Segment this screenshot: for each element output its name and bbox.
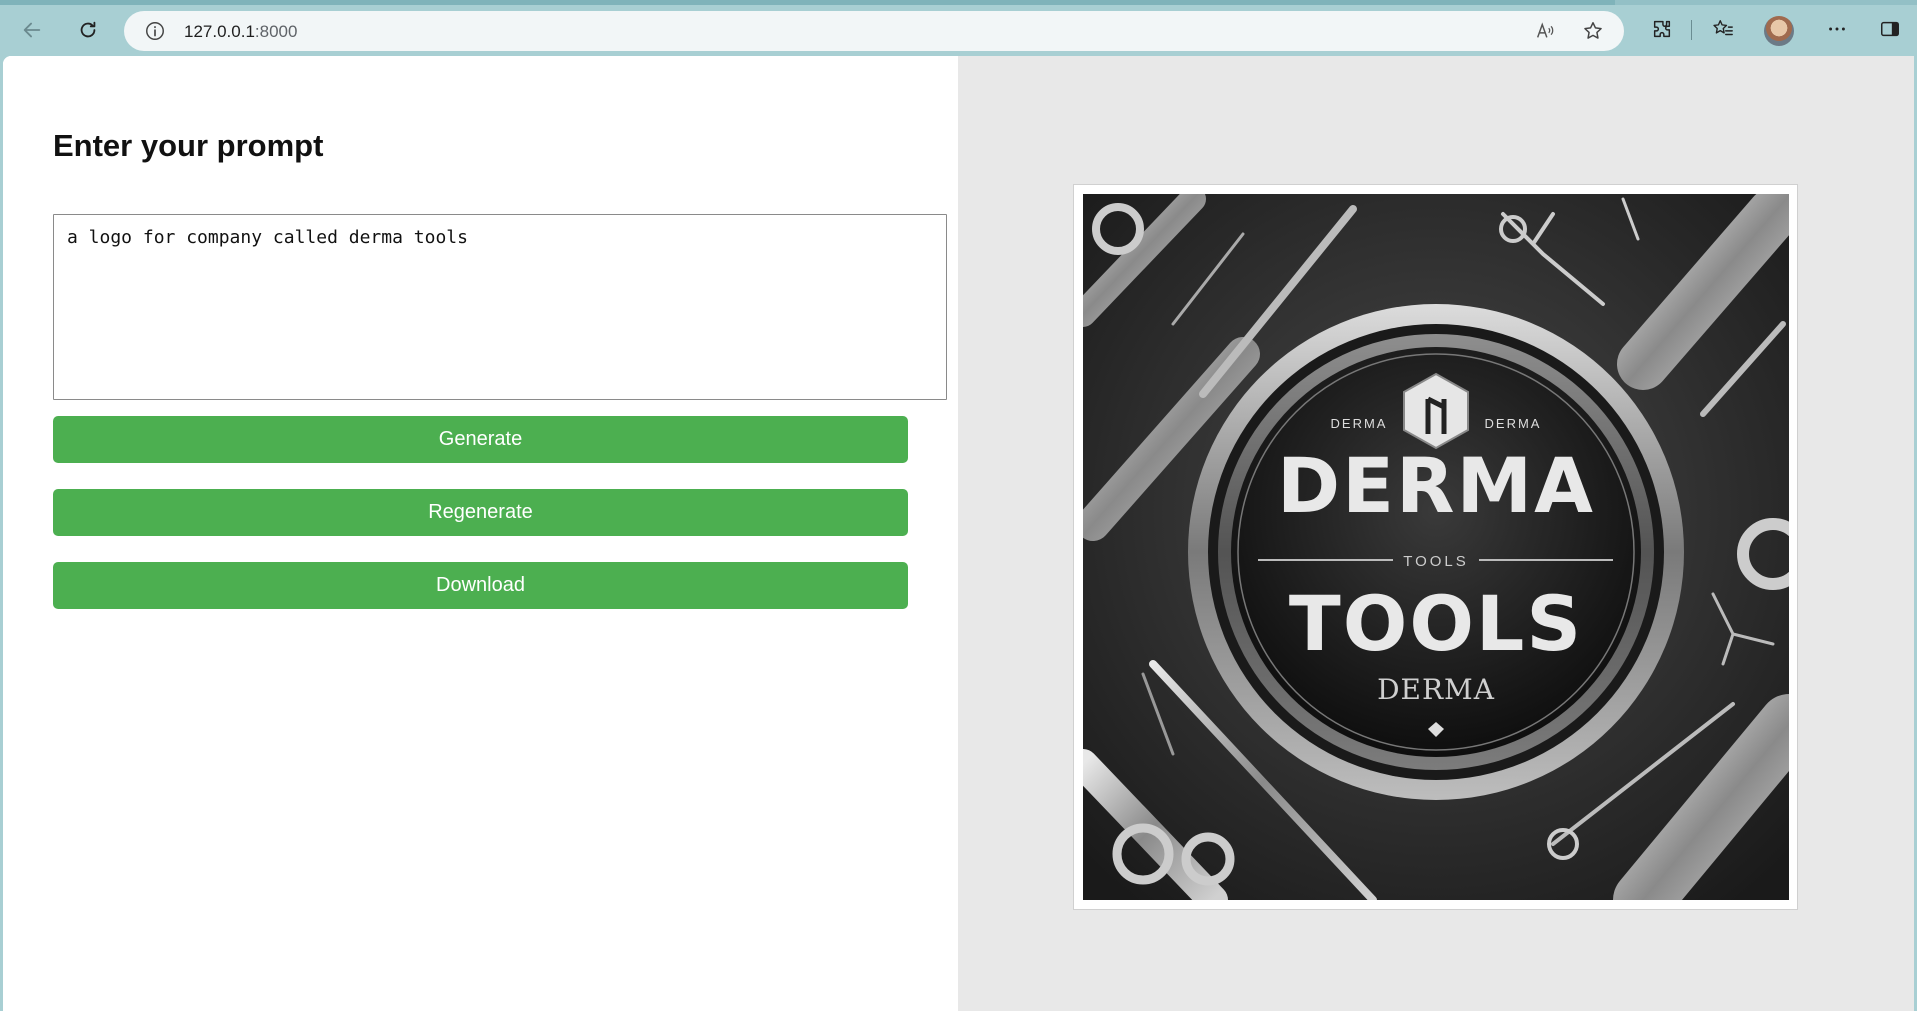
logo-text-tools: TOOLS [1289, 579, 1583, 668]
puzzle-icon [1653, 20, 1671, 38]
favorites-list-icon [1713, 20, 1733, 36]
download-button[interactable]: Download [53, 562, 908, 609]
regenerate-button[interactable]: Regenerate [53, 489, 908, 536]
favorite-star-icon[interactable] [1582, 20, 1604, 42]
emblem: DERMA DERMA DERMA TOOLS TOOLS DERMA [1188, 304, 1684, 800]
reload-icon [80, 21, 96, 38]
favorites-button[interactable] [1708, 14, 1738, 44]
sidebar-toggle-button[interactable] [1875, 14, 1905, 44]
page-content: Enter your prompt a logo for company cal… [3, 56, 1914, 1011]
url-port: :8000 [254, 22, 298, 41]
site-info-icon[interactable] [144, 20, 166, 42]
logo-text-small-right: DERMA [1485, 416, 1542, 431]
back-button[interactable] [14, 12, 50, 48]
url-text[interactable]: 127.0.0.1:8000 [184, 22, 297, 42]
prompt-panel: Enter your prompt a logo for company cal… [3, 56, 958, 1011]
logo-text-derma: DERMA [1277, 441, 1595, 530]
sidebar-icon [1881, 21, 1899, 37]
back-arrow-icon [23, 22, 41, 38]
generate-button[interactable]: Generate [53, 416, 908, 463]
read-aloud-icon[interactable] [1534, 20, 1556, 42]
tab-strip-highlight [0, 0, 1615, 5]
page-title: Enter your prompt [53, 128, 324, 163]
logo-text-small-left: DERMA [1331, 416, 1388, 431]
reload-button[interactable] [70, 12, 106, 48]
extensions-button[interactable] [1647, 14, 1677, 44]
profile-avatar[interactable] [1764, 16, 1794, 46]
prompt-input[interactable]: a logo for company called derma tools [53, 214, 947, 400]
generated-image-frame: DERMA DERMA DERMA TOOLS TOOLS DERMA [1073, 184, 1798, 910]
address-bar[interactable]: 127.0.0.1:8000 [124, 11, 1624, 51]
url-host: 127.0.0.1 [184, 22, 255, 41]
more-menu-button[interactable] [1822, 14, 1852, 44]
more-dots-icon [1829, 27, 1845, 31]
generated-logo-image: DERMA DERMA DERMA TOOLS TOOLS DERMA [1083, 194, 1789, 900]
toolbar-separator [1691, 20, 1692, 40]
browser-toolbar: 127.0.0.1:8000 [0, 0, 1917, 56]
logo-text-script: DERMA [1377, 673, 1495, 706]
tab-strip [0, 0, 1917, 5]
logo-text-tools-small: TOOLS [1403, 553, 1469, 570]
image-panel: DERMA DERMA DERMA TOOLS TOOLS DERMA [958, 56, 1914, 1011]
